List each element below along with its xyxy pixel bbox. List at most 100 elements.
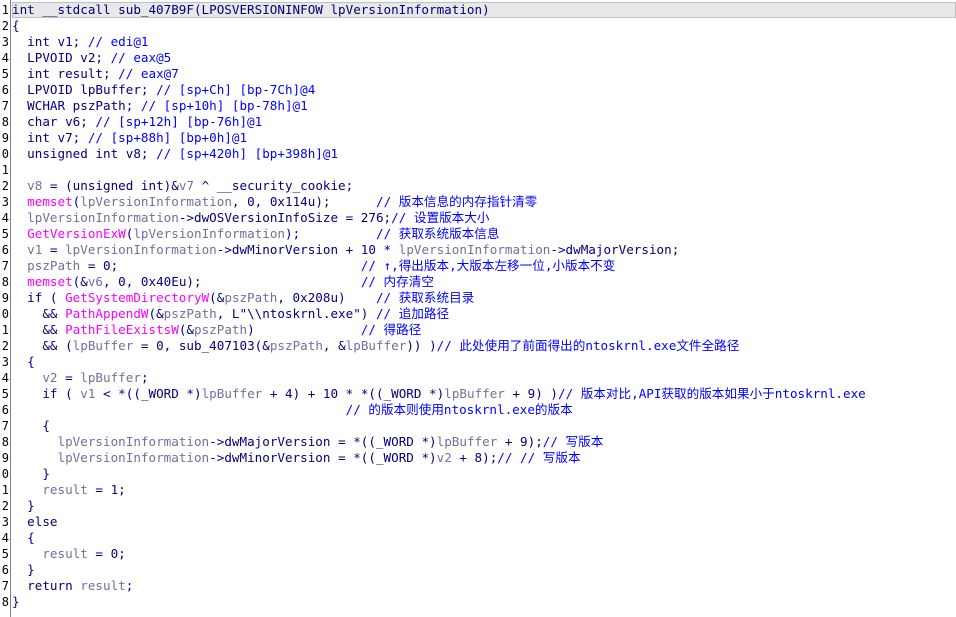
line-number: 1 <box>1 323 9 337</box>
code-token-func[interactable]: PathAppendW <box>65 306 148 321</box>
code-token-var[interactable]: pszPath <box>27 258 80 273</box>
code-line[interactable]: } <box>12 466 956 482</box>
code-line[interactable]: && (lpBuffer = 0, sub_407103(&pszPath, &… <box>12 338 956 354</box>
code-token-var[interactable]: lpBuffer <box>80 370 141 385</box>
code-token-var[interactable]: v7 <box>179 178 194 193</box>
code-line[interactable]: GetVersionExW(lpVersionInformation); // … <box>12 226 956 242</box>
code-line[interactable]: } <box>12 594 956 610</box>
code-line[interactable]: v1 = lpVersionInformation->dwMinorVersio… <box>12 242 956 258</box>
code-line[interactable]: lpVersionInformation->dwMajorVersion = *… <box>12 434 956 450</box>
code-token-comment: // 的版本则使用ntoskrnl.exe的版本 <box>345 402 573 417</box>
code-line[interactable]: v2 = lpBuffer; <box>12 370 956 386</box>
code-token-plain: { <box>12 418 50 433</box>
code-token-plain: } <box>12 466 50 481</box>
code-token-var[interactable]: lpVersionInformation <box>399 242 551 257</box>
code-token-var[interactable]: lpBuffer <box>346 338 407 353</box>
code-line[interactable]: memset(lpVersionInformation, 0, 0x114u);… <box>12 194 956 210</box>
code-token-var[interactable]: result <box>80 578 126 593</box>
code-token-var[interactable]: lpVersionInformation <box>65 242 217 257</box>
code-token-var[interactable]: lpVersionInformation <box>80 194 232 209</box>
code-line[interactable]: { <box>12 530 956 546</box>
code-token-plain: { <box>12 18 20 33</box>
code-line[interactable]: if ( v1 < *((_WORD *)lpBuffer + 4) + 10 … <box>12 386 956 402</box>
code-token-plain: , & <box>322 338 346 353</box>
code-line[interactable]: { <box>12 418 956 434</box>
line-number: 2 <box>1 19 9 33</box>
code-line[interactable]: lpVersionInformation->dwOSVersionInfoSiz… <box>12 210 956 226</box>
code-token-var[interactable]: lpVersionInformation <box>27 210 179 225</box>
function-signature-line[interactable]: int __stdcall sub_407B9F(LPOSVERSIONINFO… <box>12 2 956 18</box>
code-token-var[interactable]: v8 <box>27 178 42 193</box>
code-token-func[interactable]: PathFileExistsW <box>65 322 179 337</box>
pseudocode-view[interactable]: 1 2 3 4 5 6 7 8 9 0 1 2 3 4 5 6 7 8 9 0 1 2 3 4 5 6 7 8 9 0 1 2 3 4 5 6 7 8 i… <box>0 0 956 617</box>
code-line[interactable]: int result; // eax@7 <box>12 66 956 82</box>
code-token-var[interactable]: pszPath <box>224 290 277 305</box>
code-token-plain: ) <box>247 322 361 337</box>
code-line[interactable]: LPVOID v2; // eax@5 <box>12 50 956 66</box>
code-token-var[interactable]: pszPath <box>164 306 217 321</box>
line-number: 5 <box>1 547 9 561</box>
code-line[interactable]: } <box>12 498 956 514</box>
code-line[interactable]: memset(&v6, 0, 0x40Eu); // 内存清空 <box>12 274 956 290</box>
code-line[interactable]: && PathAppendW(&pszPath, L"\\ntoskrnl.ex… <box>12 306 956 322</box>
code-line[interactable]: lpVersionInformation->dwMinorVersion = *… <box>12 450 956 466</box>
line-number: 6 <box>1 83 9 97</box>
line-number: 0 <box>1 307 9 321</box>
code-token-plain: ; <box>125 578 134 593</box>
code-token-plain: (& <box>178 322 194 337</box>
code-line[interactable] <box>12 162 956 178</box>
code-token-func[interactable]: GetSystemDirectoryW <box>65 290 209 305</box>
code-token-var[interactable]: pszPath <box>194 322 247 337</box>
code-token-plain: , 0x208u) <box>277 290 376 305</box>
code-token-plain: } <box>12 562 35 577</box>
code-line[interactable]: return result; <box>12 578 956 594</box>
code-line[interactable]: result = 0; <box>12 546 956 562</box>
code-token-var[interactable]: v2 <box>42 370 57 385</box>
code-token-func[interactable]: memset <box>27 274 73 289</box>
code-line[interactable]: // 的版本则使用ntoskrnl.exe的版本 <box>12 402 956 418</box>
code-line[interactable]: else <box>12 514 956 530</box>
code-token-plain: + 9) ) <box>504 386 558 401</box>
code-lines[interactable]: int __stdcall sub_407B9F(LPOSVERSIONINFO… <box>12 2 956 610</box>
code-line[interactable]: int v7; // [sp+88h] [bp+0h]@1 <box>12 130 956 146</box>
line-number: 9 <box>1 291 9 305</box>
code-token-plain: LPVOID v2; <box>12 50 111 65</box>
code-token-func[interactable]: memset <box>27 194 73 209</box>
code-line[interactable]: && PathFileExistsW(&pszPath) // 得路径 <box>12 322 956 338</box>
code-token-var[interactable]: lpVersionInformation <box>133 226 285 241</box>
code-line[interactable]: { <box>12 18 956 34</box>
code-token-var[interactable]: lpBuffer <box>202 386 263 401</box>
code-token-plain: )) ) <box>406 338 437 353</box>
code-token-var[interactable]: lpBuffer <box>73 338 134 353</box>
code-line[interactable]: if ( GetSystemDirectoryW(&pszPath, 0x208… <box>12 290 956 306</box>
code-line[interactable]: char v6; // [sp+12h] [bp-76h]@1 <box>12 114 956 130</box>
code-token-var[interactable]: lpBuffer <box>437 434 498 449</box>
code-token-var[interactable]: pszPath <box>270 338 323 353</box>
code-token-func[interactable]: GetVersionExW <box>27 226 126 241</box>
code-token-var[interactable]: lpVersionInformation <box>58 434 210 449</box>
code-line[interactable]: unsigned int v8; // [sp+420h] [bp+398h]@… <box>12 146 956 162</box>
code-line[interactable]: result = 1; <box>12 482 956 498</box>
code-token-var[interactable]: v2 <box>437 450 452 465</box>
code-token-var[interactable]: lpVersionInformation <box>58 450 210 465</box>
code-line[interactable]: v8 = (unsigned int)&v7 ^ __security_cook… <box>12 178 956 194</box>
line-number: 5 <box>1 227 9 241</box>
code-line[interactable]: pszPath = 0; // ↑,得出版本,大版本左移一位,小版本不变 <box>12 258 956 274</box>
line-number: 9 <box>1 131 9 145</box>
code-token-var[interactable]: result <box>42 546 88 561</box>
code-line[interactable]: WCHAR pszPath; // [sp+10h] [bp-78h]@1 <box>12 98 956 114</box>
code-token-plain: (& <box>209 290 225 305</box>
code-line[interactable]: LPVOID lpBuffer; // [sp+Ch] [bp-7Ch]@4 <box>12 82 956 98</box>
line-number: 4 <box>1 211 9 225</box>
code-token-var[interactable]: result <box>42 482 88 497</box>
code-line[interactable]: { <box>12 354 956 370</box>
code-line[interactable]: } <box>12 562 956 578</box>
code-line[interactable]: int v1; // edi@1 <box>12 34 956 50</box>
code-token-var[interactable]: v1 <box>27 242 42 257</box>
code-token-plain: = <box>57 370 81 385</box>
code-token-var[interactable]: v1 <box>80 386 95 401</box>
code-token-var[interactable]: lpBuffer <box>444 386 505 401</box>
code-token-var[interactable]: v6 <box>88 274 103 289</box>
